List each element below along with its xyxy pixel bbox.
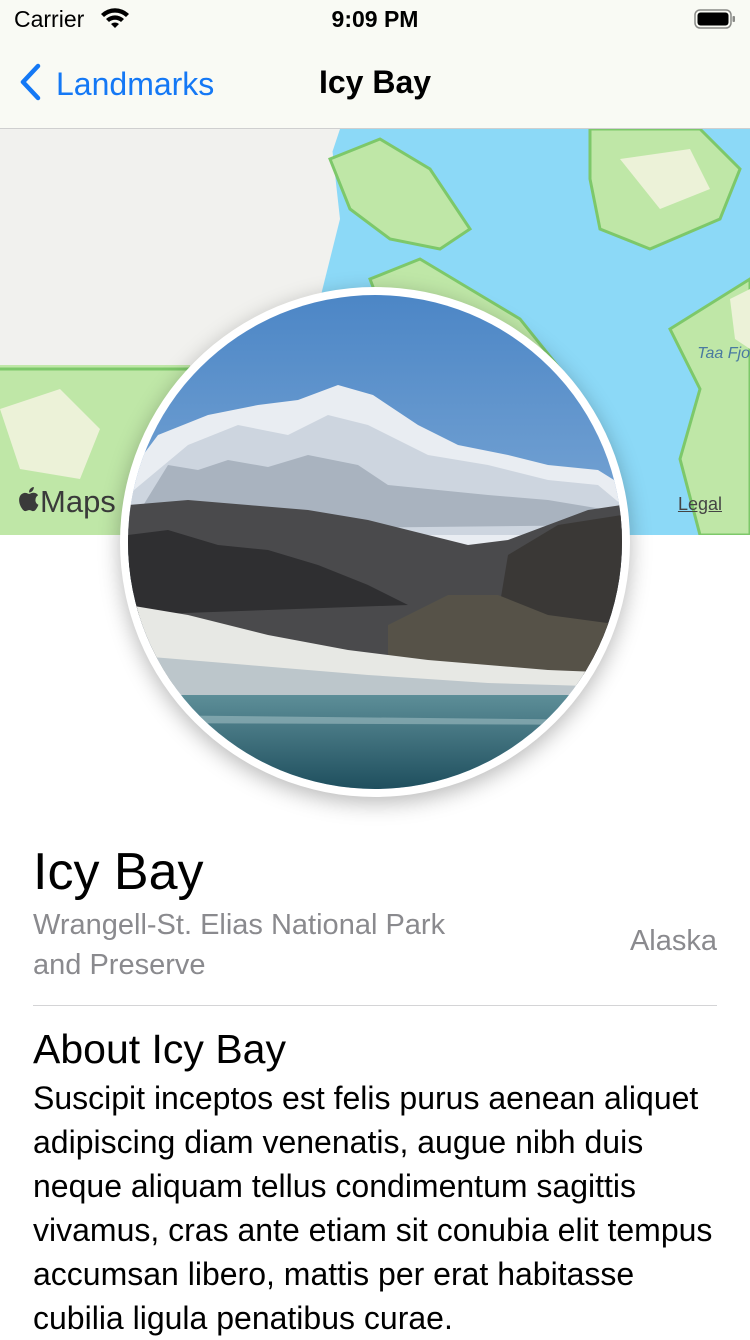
landmark-photo-frame	[120, 287, 630, 797]
legal-link[interactable]: Legal	[678, 494, 722, 515]
divider	[33, 1005, 717, 1006]
battery-icon	[694, 9, 736, 29]
description-text: Suscipit inceptos est felis purus aenean…	[33, 1080, 713, 1336]
navigation-bar: Carrier 9:09 PM Landmarks Icy Bay	[0, 0, 750, 129]
landmark-title: Icy Bay	[33, 843, 204, 901]
nav-title: Icy Bay	[318, 64, 432, 100]
park-label: Wrangell-St. Elias National Park and Pre…	[33, 909, 446, 981]
maps-label: Maps	[40, 484, 116, 519]
clock-label: 9:09 PM	[331, 6, 419, 32]
map-place-label: Taa Fjo	[697, 345, 750, 362]
about-heading: About Icy Bay	[33, 1026, 286, 1072]
status-bar: Carrier 9:09 PM	[0, 0, 750, 40]
landmark-photo	[128, 295, 622, 789]
state-label: Alaska	[629, 925, 717, 957]
apple-maps-attribution: Maps	[18, 484, 116, 520]
apple-logo-icon	[18, 484, 40, 520]
